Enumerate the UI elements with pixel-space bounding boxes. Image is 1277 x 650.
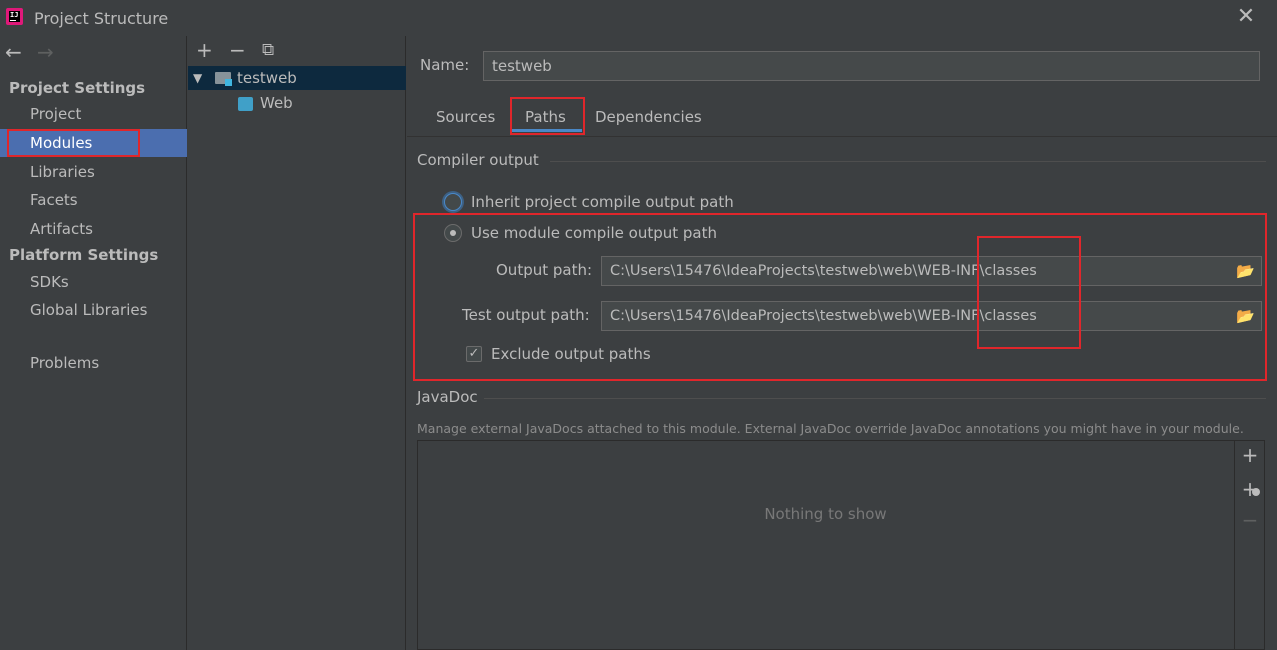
browse-test-folder-icon[interactable]: 📂 <box>1236 309 1255 324</box>
add-javadoc-url-icon[interactable]: + <box>1240 479 1260 499</box>
copy-module-icon[interactable]: ⧉ <box>262 40 274 60</box>
output-path-label: Output path: <box>496 261 593 279</box>
empty-list-text: Nothing to show <box>764 505 887 523</box>
sidebar-item-modules[interactable]: Modules <box>0 129 187 157</box>
tree-row-testweb[interactable]: ▼ testweb <box>188 66 406 90</box>
javadoc-separator <box>484 398 1266 399</box>
add-module-icon[interactable]: + <box>196 40 213 60</box>
compiler-output-title: Compiler output <box>417 151 539 169</box>
browse-folder-icon[interactable]: 📂 <box>1236 264 1255 279</box>
javadoc-description: Manage external JavaDocs attached to thi… <box>417 421 1244 436</box>
exclude-output-checkbox[interactable]: ✓ <box>466 346 482 362</box>
web-facet-icon <box>238 97 253 111</box>
javadoc-list[interactable] <box>417 440 1234 650</box>
output-path-field[interactable]: C:\Users\15476\IdeaProjects\testweb\web\… <box>601 256 1262 286</box>
module-name-field[interactable]: testweb <box>483 51 1260 81</box>
platform-settings-header: Platform Settings <box>9 246 159 264</box>
tab-sources[interactable]: Sources <box>436 98 495 136</box>
tab-dependencies[interactable]: Dependencies <box>595 98 702 136</box>
remove-module-icon[interactable]: − <box>229 40 246 60</box>
expand-triangle-icon[interactable]: ▼ <box>193 66 202 90</box>
javadoc-title: JavaDoc <box>417 388 478 406</box>
sidebar-item-libraries[interactable]: Libraries <box>0 158 187 186</box>
project-settings-header: Project Settings <box>9 79 146 97</box>
sidebar-item-sdks[interactable]: SDKs <box>0 268 187 296</box>
sidebar-item-project[interactable]: Project <box>0 100 187 128</box>
name-label: Name: <box>420 56 470 74</box>
test-output-path-field[interactable]: C:\Users\15476\IdeaProjects\testweb\web\… <box>601 301 1262 331</box>
exclude-output-label: Exclude output paths <box>491 345 651 363</box>
module-tree-panel <box>188 36 406 650</box>
tabs-divider <box>407 136 1277 137</box>
sidebar-item-facets[interactable]: Facets <box>0 186 187 214</box>
tree-module-label: testweb <box>237 69 297 87</box>
sidebar-item-global-libraries[interactable]: Global Libraries <box>0 296 187 324</box>
module-folder-icon <box>215 72 232 86</box>
test-output-path-label: Test output path: <box>462 306 590 324</box>
title-bar <box>0 0 1277 36</box>
use-module-output-radio[interactable] <box>444 224 462 242</box>
url-globe-icon <box>1252 488 1260 496</box>
javadoc-toolbar <box>1234 440 1265 650</box>
sidebar-item-artifacts[interactable]: Artifacts <box>0 215 187 243</box>
add-javadoc-icon[interactable]: + <box>1240 445 1260 465</box>
tree-row-web[interactable]: Web <box>188 91 406 115</box>
inherit-output-radio[interactable] <box>444 193 462 211</box>
tree-facet-label: Web <box>260 94 293 112</box>
intellij-app-icon: IJ <box>6 8 23 25</box>
back-arrow-icon[interactable]: ← <box>5 42 22 62</box>
close-icon[interactable]: ✕ <box>1236 6 1256 28</box>
window-title: Project Structure <box>34 9 169 28</box>
forward-arrow-icon[interactable]: → <box>37 42 54 62</box>
inherit-output-label: Inherit project compile output path <box>471 193 734 211</box>
active-tab-indicator <box>512 129 582 132</box>
sidebar-item-problems[interactable]: Problems <box>0 349 187 377</box>
remove-javadoc-icon[interactable]: − <box>1240 510 1260 530</box>
use-module-output-label: Use module compile output path <box>471 224 718 242</box>
compiler-output-separator <box>550 161 1266 162</box>
